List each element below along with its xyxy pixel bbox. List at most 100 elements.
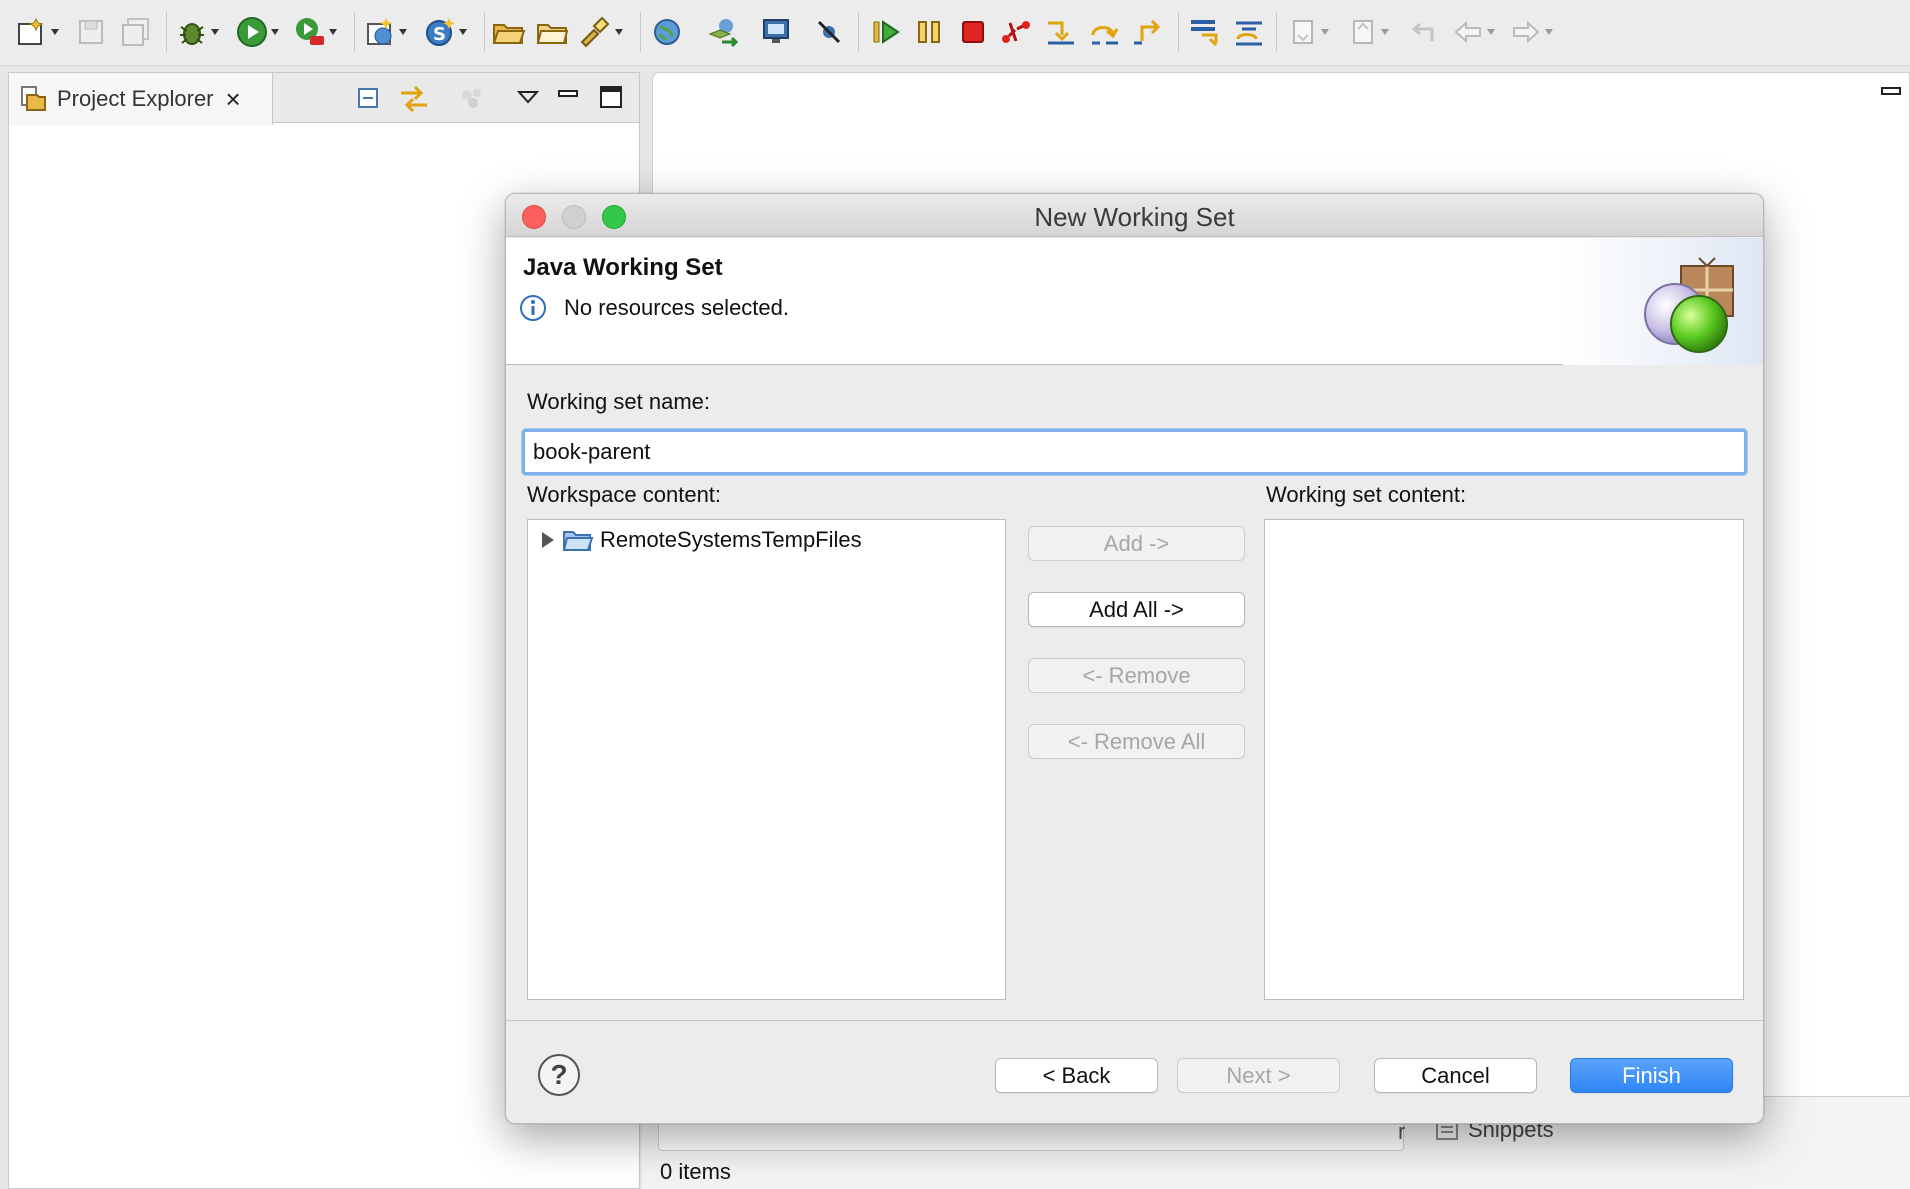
wizard-banner: Java Working Set No resources selected. — [506, 238, 1763, 365]
next-annotation-button[interactable] — [1288, 14, 1329, 50]
workspace-content-tree[interactable]: RemoteSystemsTempFiles — [527, 519, 1006, 1000]
console-button[interactable] — [760, 14, 792, 50]
next-annotation-icon — [1293, 20, 1313, 44]
open-type-button[interactable] — [536, 14, 570, 50]
dialog-titlebar: New Working Set — [506, 194, 1763, 237]
suspend-button[interactable] — [914, 14, 944, 50]
footer-divider — [506, 1020, 1763, 1021]
use-step-filters-button[interactable] — [1232, 14, 1266, 50]
search-tool-button[interactable] — [578, 14, 623, 50]
bug-icon — [180, 23, 204, 45]
open-browser-button[interactable] — [652, 14, 682, 50]
back-nav-button[interactable] — [1452, 14, 1495, 50]
collapse-all-button[interactable] — [353, 83, 383, 118]
wizard-message-text: No resources selected. — [564, 295, 789, 320]
step-into-icon — [1048, 21, 1074, 45]
arrow-right-icon — [1513, 20, 1540, 44]
monitor-icon — [763, 19, 789, 43]
skip-breakpoints-icon — [817, 20, 841, 44]
next-button[interactable]: Next > — [1177, 1058, 1340, 1093]
view-menu-button[interactable] — [516, 89, 540, 110]
working-set-content-label: Working set content: — [1266, 482, 1467, 507]
new-wizard-button[interactable] — [16, 14, 59, 50]
maximize-view-button[interactable] — [599, 85, 623, 114]
run-icon — [237, 17, 267, 47]
debug-button[interactable] — [176, 14, 219, 50]
wizard-message: No resources selected. — [518, 293, 789, 323]
step-return-icon — [1134, 19, 1161, 45]
globe-icon — [654, 19, 680, 45]
last-edit-icon — [1411, 22, 1434, 41]
new-spring-button[interactable]: S — [424, 14, 467, 50]
minimize-view-button[interactable] — [557, 87, 579, 105]
step-over-icon — [1091, 26, 1119, 45]
back-button[interactable]: < Back — [995, 1058, 1158, 1093]
add-all-button[interactable]: Add All -> — [1028, 592, 1245, 627]
run-button[interactable] — [236, 14, 279, 50]
deploy-button[interactable] — [706, 14, 740, 50]
deploy-icon — [708, 19, 739, 48]
drop-to-frame-button[interactable] — [1188, 14, 1222, 50]
workspace-content-label: Workspace content: — [527, 482, 722, 507]
tree-item-label: RemoteSystemsTempFiles — [600, 527, 862, 552]
resume-button[interactable] — [870, 14, 902, 50]
folder-icon — [536, 24, 569, 44]
cancel-button[interactable]: Cancel — [1374, 1058, 1537, 1093]
add-button[interactable]: Add -> — [1028, 526, 1245, 561]
close-icon[interactable]: × — [226, 86, 241, 112]
disconnect-button[interactable] — [1000, 14, 1032, 50]
link-with-editor-button[interactable] — [397, 83, 431, 118]
tab-project-explorer[interactable]: Project Explorer × — [9, 73, 273, 125]
maximize-icon — [600, 86, 622, 108]
step-filters-icon — [1236, 21, 1262, 46]
skip-breakpoints-button[interactable] — [814, 14, 844, 50]
open-project-button[interactable] — [492, 14, 526, 50]
filter-icon — [462, 89, 481, 108]
step-return-button[interactable] — [1132, 14, 1166, 50]
save-all-button[interactable] — [120, 14, 152, 50]
arrow-left-icon — [1454, 20, 1481, 44]
link-with-editor-icon — [401, 85, 427, 113]
collapse-all-icon — [358, 88, 378, 108]
save-all-icon — [122, 18, 149, 46]
explorer-header: Project Explorer × — [9, 73, 639, 125]
minimize-editor-button[interactable] — [1881, 87, 1901, 95]
save-icon — [79, 20, 103, 44]
remove-button[interactable]: <- Remove — [1028, 658, 1245, 693]
new-file-icon — [18, 17, 44, 45]
tree-item[interactable]: RemoteSystemsTempFiles — [542, 524, 862, 556]
terminate-button[interactable] — [958, 14, 988, 50]
help-button[interactable]: ? — [538, 1054, 580, 1096]
project-explorer-icon — [21, 86, 46, 111]
help-icon: ? — [550, 1059, 568, 1090]
forward-nav-button[interactable] — [1510, 14, 1553, 50]
resume-icon — [873, 20, 900, 44]
view-menu-icon — [516, 91, 540, 104]
spring-icon: S — [426, 18, 455, 46]
filter-button[interactable] — [457, 83, 487, 118]
previous-annotation-button[interactable] — [1348, 14, 1389, 50]
flashlight-icon — [580, 16, 610, 48]
step-into-button[interactable] — [1044, 14, 1078, 50]
save-button[interactable] — [76, 14, 106, 50]
run-external-tool-button[interactable] — [294, 14, 337, 50]
server-icon — [367, 18, 392, 45]
wizard-page-title: Java Working Set — [523, 254, 723, 281]
stop-icon — [962, 21, 984, 43]
finish-button[interactable]: Finish — [1570, 1058, 1733, 1093]
pause-icon — [918, 21, 940, 43]
working-set-content-list[interactable] — [1264, 519, 1744, 1000]
folder-open-icon — [562, 531, 594, 551]
info-icon — [520, 295, 546, 321]
new-server-button[interactable] — [364, 14, 407, 50]
expand-arrow-icon[interactable] — [542, 532, 554, 548]
external-tools-icon — [296, 18, 324, 45]
svg-text:S: S — [433, 24, 446, 45]
last-edit-location-button[interactable] — [1408, 14, 1438, 50]
step-over-button[interactable] — [1088, 14, 1122, 50]
working-set-wizard-icon — [1563, 238, 1763, 365]
minimize-icon — [558, 90, 578, 97]
working-set-name-input[interactable] — [522, 429, 1747, 475]
remove-all-button[interactable]: <- Remove All — [1028, 724, 1245, 759]
previous-annotation-icon — [1353, 20, 1373, 44]
